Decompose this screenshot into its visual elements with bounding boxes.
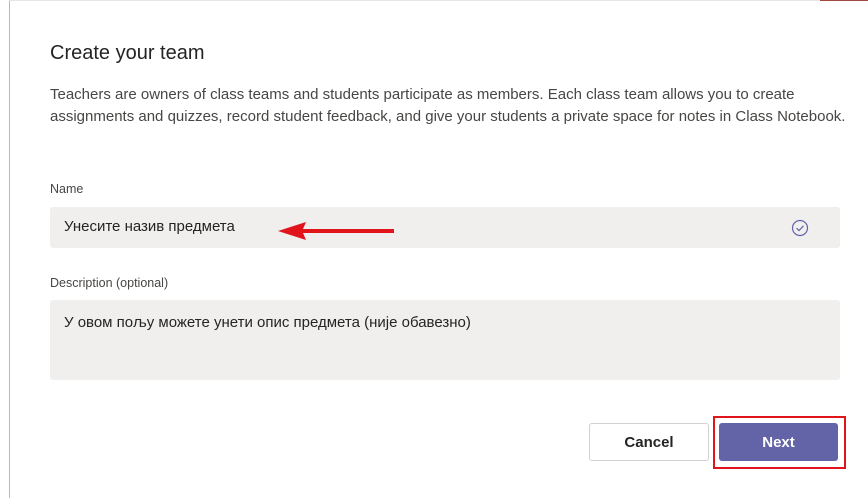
description-field[interactable]: У овом пољу можете унети опис предмета (… <box>50 300 840 380</box>
check-circle-icon <box>791 219 809 237</box>
window-border-left <box>9 0 10 498</box>
description-field-value: У овом пољу можете унети опис предмета (… <box>64 314 471 331</box>
cancel-button[interactable]: Cancel <box>589 423 709 461</box>
dialog-title: Create your team <box>50 42 205 64</box>
dialog-description: Teachers are owners of class teams and s… <box>50 86 846 125</box>
annotation-highlight-box <box>713 416 846 469</box>
name-field-value: Унесите назив предмета <box>64 218 235 235</box>
window-border-top <box>9 0 868 1</box>
description-label: Description (optional) <box>50 276 169 290</box>
name-field[interactable]: Унесите назив предмета <box>50 207 840 248</box>
name-label: Name <box>50 182 84 196</box>
window-border-accent <box>820 0 868 1</box>
annotation-arrow <box>278 222 394 240</box>
